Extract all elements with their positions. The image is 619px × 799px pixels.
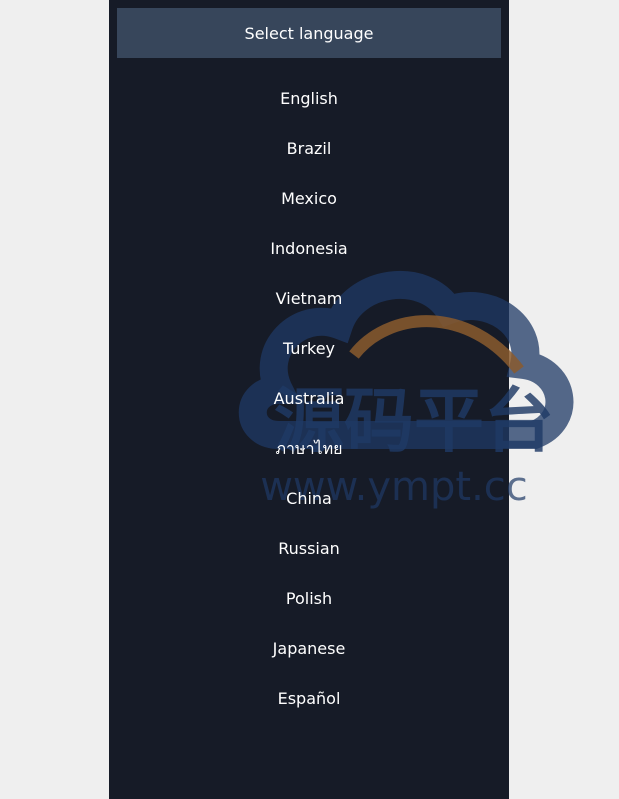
language-option-russian[interactable]: Russian [109,524,509,574]
language-option-australia[interactable]: Australia [109,374,509,424]
language-option-thai[interactable]: ภาษาไทย [109,424,509,474]
language-option-vietnam[interactable]: Vietnam [109,274,509,324]
language-list: English Brazil Mexico Indonesia Vietnam … [109,74,509,724]
language-option-mexico[interactable]: Mexico [109,174,509,224]
language-option-brazil[interactable]: Brazil [109,124,509,174]
language-panel: Select language 源码平台 www.ympt.cc English… [109,0,574,799]
language-option-china[interactable]: China [109,474,509,524]
language-option-polish[interactable]: Polish [109,574,509,624]
select-language-header: Select language [117,8,501,58]
language-option-turkey[interactable]: Turkey [109,324,509,374]
language-option-english[interactable]: English [109,74,509,124]
header-title: Select language [244,23,374,43]
language-option-espanol[interactable]: Español [109,674,509,724]
language-option-indonesia[interactable]: Indonesia [109,224,509,274]
language-option-japanese[interactable]: Japanese [109,624,509,674]
